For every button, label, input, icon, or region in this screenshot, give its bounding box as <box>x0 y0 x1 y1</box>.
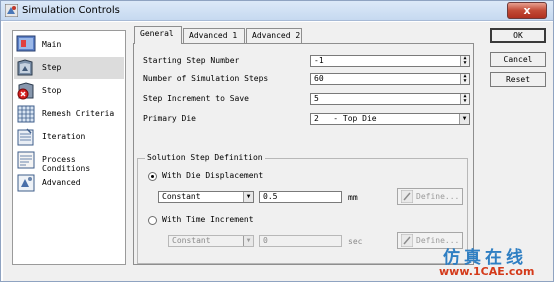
sidebar-item-label: Iteration <box>42 132 86 141</box>
cancel-button[interactable]: Cancel <box>490 52 546 67</box>
reset-button[interactable]: Reset <box>490 72 546 87</box>
close-button[interactable]: x <box>507 2 547 19</box>
starting-step-value: -1 <box>314 56 324 65</box>
sidebar-item-step[interactable]: Step <box>14 57 124 79</box>
sidebar-item-iteration[interactable]: Iteration <box>14 126 124 148</box>
iteration-icon <box>17 128 34 146</box>
starting-step-label: Starting Step Number <box>143 56 240 65</box>
tab-advanced-2[interactable]: Advanced 2 <box>246 28 302 43</box>
remesh-icon <box>17 105 35 123</box>
pencil-icon <box>401 234 413 247</box>
chevron-down-icon[interactable]: ▼ <box>243 192 253 202</box>
sidebar-item-label: Advanced <box>42 178 81 187</box>
sidebar-item-remesh-criteria[interactable]: Remesh Criteria <box>14 103 124 125</box>
chevron-down-icon[interactable]: ▼ <box>459 114 469 124</box>
groupbox-title: Solution Step Definition <box>145 153 265 162</box>
main-icon <box>16 35 36 52</box>
general-tab-panel: Starting Step Number -1 ▲ ▼ Number of Sim… <box>133 43 474 265</box>
tab-advanced-1[interactable]: Advanced 1 <box>183 28 245 43</box>
time-increment-mode-select[interactable]: Constant ▼ <box>168 235 254 247</box>
chevron-down-icon[interactable]: ▼ <box>243 236 253 246</box>
die-displacement-mode-select[interactable]: Constant ▼ <box>158 191 254 203</box>
time-increment-value-input[interactable]: 0 <box>259 235 342 247</box>
primary-die-value: 2 - Top Die <box>314 114 377 123</box>
num-steps-spinner[interactable]: ▲ ▼ <box>460 74 469 84</box>
solution-step-groupbox: Solution Step Definition With Die Displa… <box>137 153 468 264</box>
num-steps-value: 60 <box>314 74 324 83</box>
time-increment-unit: sec <box>348 237 363 246</box>
advanced-icon <box>17 174 35 192</box>
app-icon <box>5 4 18 17</box>
sidebar-item-label: Process Conditions <box>42 155 91 173</box>
starting-step-input[interactable]: -1 ▲ ▼ <box>310 55 470 67</box>
tab-general[interactable]: General <box>134 26 182 44</box>
sidebar-item-stop[interactable]: Stop <box>14 80 124 102</box>
define-button-label: Define... <box>416 192 460 201</box>
die-displacement-label: With Die Displacement <box>162 171 264 180</box>
watermark: 仿真在线 www.1CAE.com <box>437 241 553 281</box>
sidebar-item-label: Step <box>42 63 62 72</box>
define-displacement-button[interactable]: Define... <box>397 188 463 205</box>
primary-die-label: Primary Die <box>143 114 196 123</box>
sidebar-item-main[interactable]: Main <box>14 34 124 56</box>
starting-step-spinner[interactable]: ▲ ▼ <box>460 56 469 66</box>
die-displacement-value: 0.5 <box>263 192 278 201</box>
window-title: Simulation Controls <box>22 5 120 16</box>
sidebar-item-process-conditions[interactable]: Process Conditions <box>14 149 124 173</box>
die-displacement-value-input[interactable]: 0.5 <box>259 191 342 203</box>
ok-button[interactable]: OK <box>490 28 546 43</box>
die-displacement-mode-value: Constant <box>162 192 201 201</box>
sidebar-item-label: Remesh Criteria <box>42 109 115 118</box>
sidebar-list: Main Step Stop Remesh Criteria Iteration… <box>12 30 126 265</box>
sidebar-item-label: Stop <box>42 86 62 95</box>
step-increment-value: 5 <box>314 94 319 103</box>
primary-die-select[interactable]: 2 - Top Die ▼ <box>310 113 470 125</box>
title-bar[interactable]: Simulation Controls x <box>1 1 553 21</box>
die-displacement-radio[interactable] <box>148 172 157 181</box>
step-icon <box>17 59 33 76</box>
sidebar-item-advanced[interactable]: Advanced <box>14 172 124 194</box>
simulation-controls-window: Simulation Controls x Main Step Stop Rem… <box>0 0 554 282</box>
time-increment-label: With Time Increment <box>162 215 254 224</box>
sidebar-item-label: Main <box>42 40 62 49</box>
time-increment-radio[interactable] <box>148 216 157 225</box>
pencil-icon <box>401 190 413 203</box>
step-increment-input[interactable]: 5 ▲ ▼ <box>310 93 470 105</box>
watermark-url: www.1CAE.com <box>439 265 535 278</box>
step-increment-spinner[interactable]: ▲ ▼ <box>460 94 469 104</box>
step-increment-label: Step Increment to Save <box>143 94 249 103</box>
die-displacement-unit: mm <box>348 193 358 202</box>
time-increment-mode-value: Constant <box>172 236 211 245</box>
stop-icon <box>17 82 34 100</box>
num-steps-label: Number of Simulation Steps <box>143 74 269 83</box>
time-increment-value: 0 <box>263 236 268 245</box>
num-steps-input[interactable]: 60 ▲ ▼ <box>310 73 470 85</box>
process-conditions-icon <box>17 151 35 169</box>
